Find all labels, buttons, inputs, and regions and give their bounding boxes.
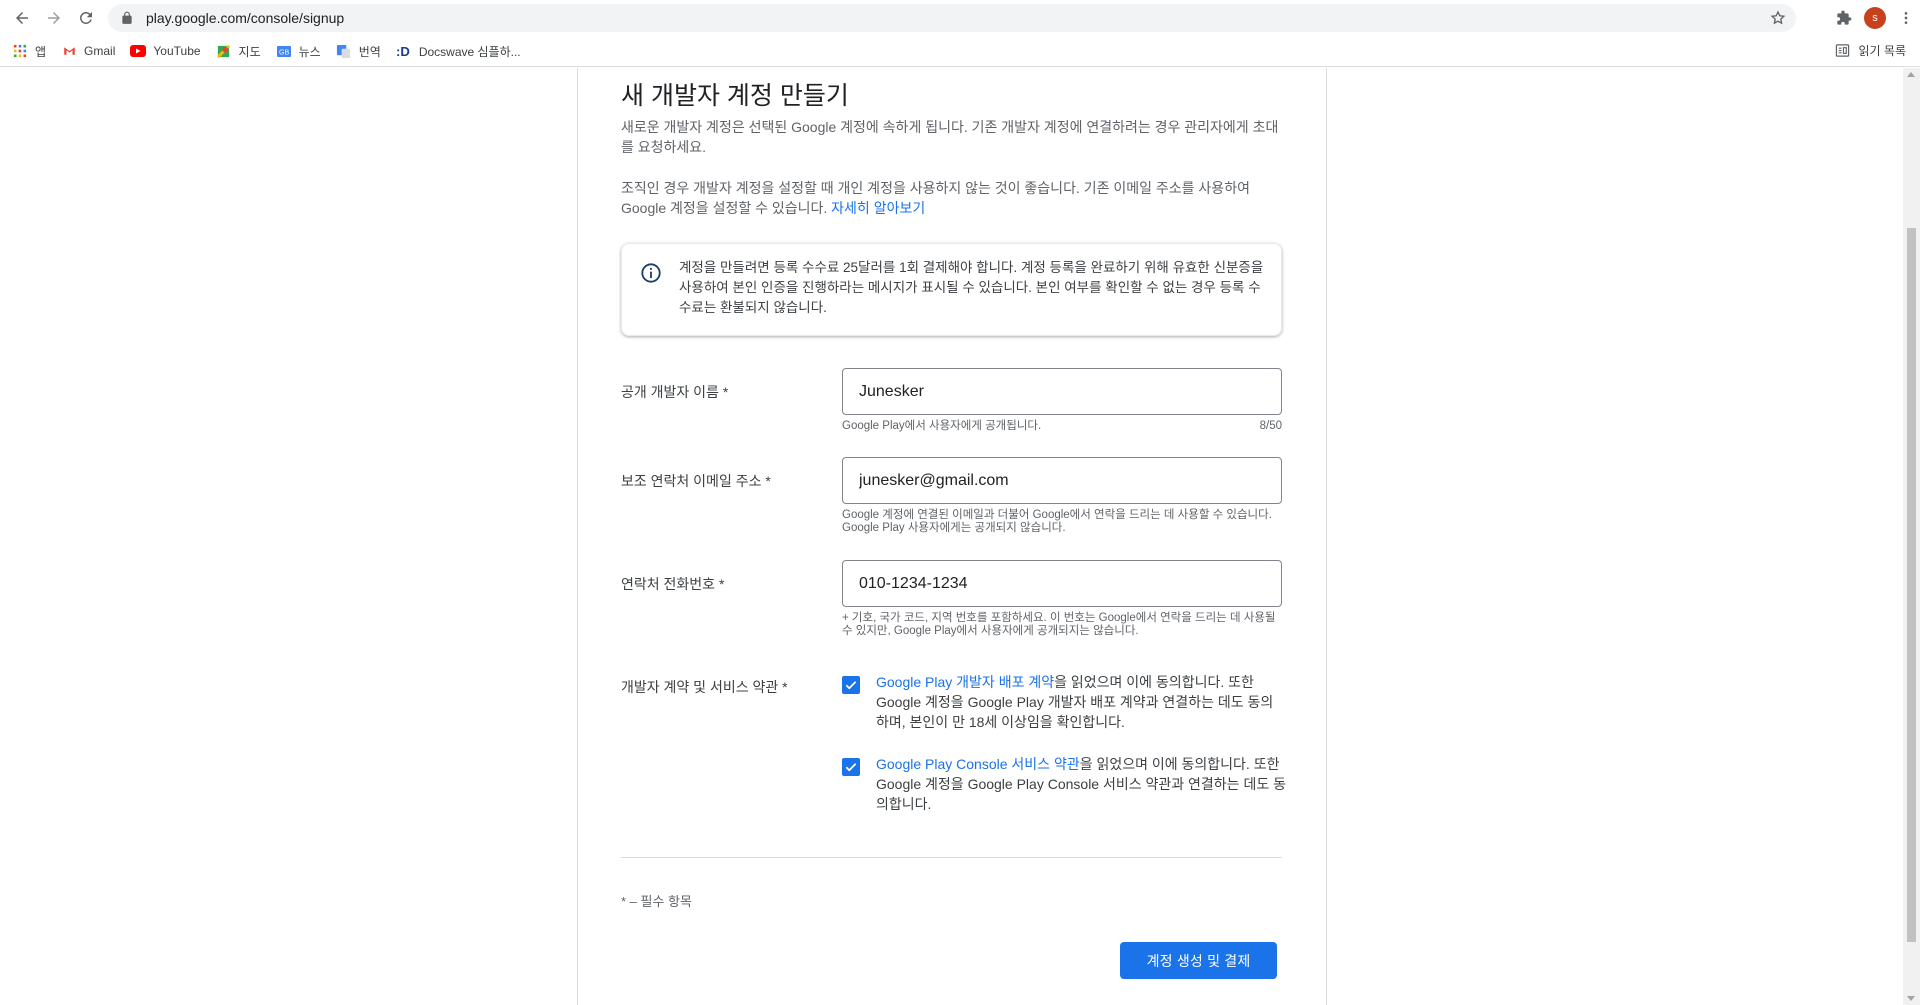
scroll-up-arrow-icon[interactable]: [1907, 72, 1915, 77]
tos-link[interactable]: Google Play Console 서비스 약관: [876, 756, 1080, 772]
contact-email-label: 보조 연락처 이메일 주소 *: [621, 473, 771, 489]
contact-email-hint: Google 계정에 연결된 이메일과 더불어 Google에서 연락을 드리는…: [842, 509, 1272, 534]
apps-grid-icon: [12, 43, 28, 59]
bookmark-news[interactable]: GB 뉴스: [276, 43, 321, 60]
page-scrollbar[interactable]: [1903, 68, 1920, 1005]
bookmark-translate[interactable]: 번역: [336, 43, 381, 60]
bookmark-star-icon[interactable]: [1770, 10, 1786, 26]
svg-text::D: :D: [396, 44, 410, 59]
learn-more-link[interactable]: 자세히 알아보기: [831, 200, 925, 216]
phone-hint: + 기호, 국가 코드, 지역 번호를 포함하세요. 이 번호는 Google에…: [842, 612, 1276, 637]
svg-text:GB: GB: [279, 50, 289, 57]
dda-checkbox[interactable]: [842, 676, 860, 694]
bookmark-label: 앱: [35, 44, 47, 59]
arrow-left-icon: [16, 12, 28, 24]
reading-list-icon: [1835, 43, 1851, 59]
phone-label: 연락처 전화번호 *: [621, 576, 725, 592]
developer-name-label: 공개 개발자 이름 *: [621, 384, 729, 400]
info-icon: [640, 262, 662, 284]
checkmark-icon: [845, 681, 857, 690]
tos-checkbox[interactable]: [842, 758, 860, 776]
bookmarks-bar: 앱 Gmail YouTube 지도 GB 뉴스 번역 :D Docswave: [0, 36, 1920, 67]
scroll-down-arrow-icon[interactable]: [1907, 996, 1915, 1001]
bookmark-label: 번역: [358, 44, 381, 59]
org-note: 조직인 경우 개발자 계정을 설정할 때 개인 계정을 사용하지 않는 것이 좋…: [621, 178, 1282, 218]
create-account-and-pay-button[interactable]: 계정 생성 및 결제: [1120, 942, 1277, 979]
fee-info-box: 계정을 만들려면 등록 수수료 25달러를 1회 결제해야 합니다. 계정 등록…: [621, 243, 1282, 336]
bookmark-apps[interactable]: 앱: [12, 43, 46, 60]
page-title: 새 개발자 계정 만들기: [621, 82, 849, 110]
fee-info-text: 계정을 만들려면 등록 수수료 25달러를 1회 결제해야 합니다. 계정 등록…: [679, 260, 1264, 315]
developer-name-field[interactable]: [842, 368, 1282, 415]
developer-name-hint: Google Play에서 사용자에게 공개됩니다. 8/50: [842, 420, 1282, 433]
bookmark-youtube[interactable]: YouTube: [130, 43, 201, 59]
form-divider: [621, 857, 1282, 858]
bookmark-label: YouTube: [153, 44, 201, 58]
docswave-icon: :D: [396, 43, 412, 59]
bookmark-label: Gmail: [84, 44, 116, 58]
phone-input[interactable]: [859, 574, 1259, 593]
bookmark-maps[interactable]: 지도: [216, 43, 261, 60]
page-viewport: 새 개발자 계정 만들기 새로운 개발자 계정은 선택된 Google 계정에 …: [0, 68, 1920, 1005]
tos-agreement-text: Google Play Console 서비스 약관을 읽었으며 이에 동의합니…: [876, 754, 1286, 814]
bookmark-label: 뉴스: [298, 44, 321, 59]
developer-name-input[interactable]: [859, 382, 1259, 401]
org-note-text: 조직인 경우 개발자 계정을 설정할 때 개인 계정을 사용하지 않는 것이 좋…: [621, 180, 1250, 216]
extensions-puzzle-icon[interactable]: [1830, 4, 1858, 32]
forward-button[interactable]: [40, 4, 68, 32]
address-bar[interactable]: play.google.com/console/signup: [108, 4, 1796, 32]
terms-label: 개발자 계약 및 서비스 약관 *: [621, 679, 788, 695]
translate-icon: [336, 43, 352, 59]
bookmark-gmail[interactable]: Gmail: [61, 43, 115, 59]
browser-toolbar: play.google.com/console/signup s: [0, 0, 1920, 36]
content-border-right: [1326, 68, 1327, 1005]
gmail-icon: [61, 43, 77, 59]
bookmark-docswave[interactable]: :D Docswave 심플하...: [396, 43, 521, 60]
reading-list-label: 읽기 목록: [1858, 44, 1907, 58]
menu-kebab-icon[interactable]: [1892, 4, 1920, 32]
back-button[interactable]: [8, 4, 36, 32]
intro-text: 새로운 개발자 계정은 선택된 Google 계정에 속하게 됩니다. 기존 개…: [621, 119, 1279, 155]
bookmark-label: 지도: [238, 44, 261, 59]
contact-email-field[interactable]: [842, 457, 1282, 504]
phone-field[interactable]: [842, 560, 1282, 607]
character-counter: 8/50: [1259, 420, 1282, 432]
lock-icon: [120, 11, 134, 25]
browser-right-tools: s: [1830, 4, 1920, 32]
reload-icon: [79, 11, 92, 24]
developer-name-hint-text: Google Play에서 사용자에게 공개됩니다.: [842, 420, 1042, 432]
arrow-right-icon: [48, 12, 60, 24]
youtube-icon: [130, 43, 147, 59]
dda-link[interactable]: Google Play 개발자 배포 계약: [876, 674, 1054, 690]
url-text: play.google.com/console/signup: [146, 10, 345, 26]
scroll-thumb[interactable]: [1907, 228, 1916, 942]
profile-avatar[interactable]: s: [1864, 7, 1886, 29]
required-fields-note: * – 필수 항목: [621, 894, 692, 909]
contact-email-input[interactable]: [859, 471, 1259, 490]
news-icon: GB: [276, 43, 292, 59]
bookmark-label: Docswave 심플하...: [418, 44, 521, 59]
maps-icon: [216, 43, 232, 59]
dda-agreement-text: Google Play 개발자 배포 계약을 읽었으며 이에 동의합니다. 또한…: [876, 672, 1286, 732]
reload-button[interactable]: [72, 4, 100, 32]
content-border-left: [577, 68, 578, 1005]
reading-list-button[interactable]: 읽기 목록: [1835, 42, 1907, 59]
checkmark-icon: [845, 763, 857, 772]
